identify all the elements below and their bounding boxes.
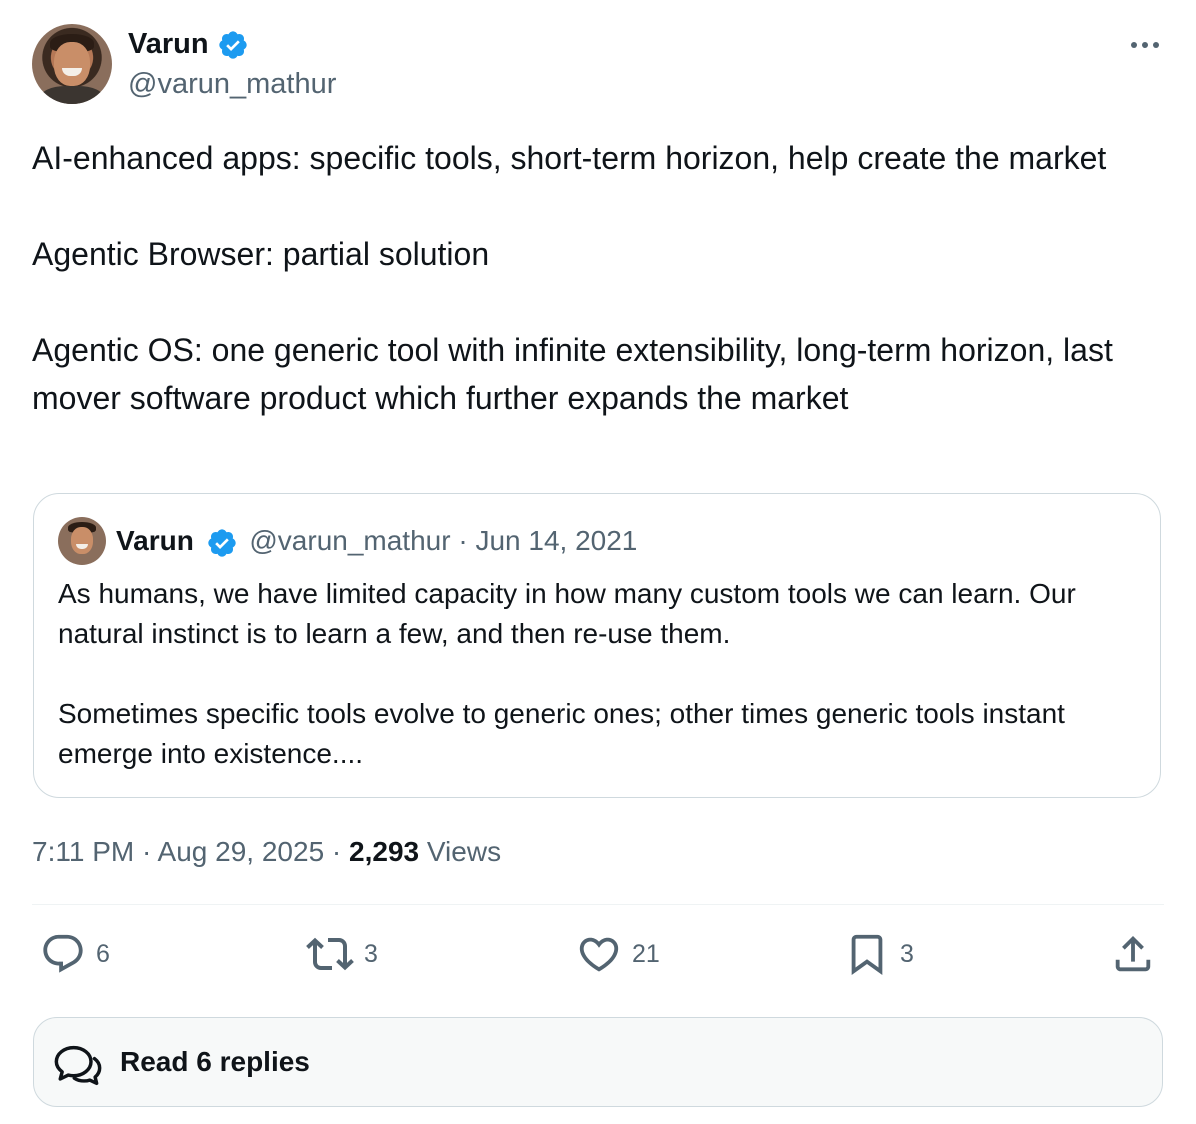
bookmark-button[interactable]: 3 [844,930,914,978]
tweet-date[interactable]: Aug 29, 2025 [158,836,325,867]
share-button[interactable] [1110,930,1156,978]
tweet-time[interactable]: 7:11 PM [32,836,134,867]
repost-count: 3 [364,939,378,968]
author-name[interactable]: Varun [128,28,209,60]
conversation-icon [54,1045,102,1086]
author-avatar[interactable] [32,24,112,104]
tweet-meta: 7:11 PM · Aug 29, 2025 · 2,293 Views [32,833,501,871]
meta-separator: · [141,836,152,867]
reply-button[interactable]: 6 [40,930,110,978]
repost-icon [306,937,354,971]
quoted-author-name: Varun [116,525,194,556]
bookmark-icon [851,934,883,975]
reply-icon [43,934,83,973]
verified-badge-icon [207,528,236,557]
repost-button[interactable]: 3 [306,930,378,978]
meta-separator: · [331,836,342,867]
verified-badge-icon [218,31,247,60]
like-count: 21 [632,939,660,968]
read-replies-button[interactable]: Read 6 replies [33,1017,1163,1107]
quoted-author-avatar [58,517,106,565]
quoted-tweet-card[interactable]: Varun @varun_mathur · Jun 14, 2021 As hu… [33,493,1161,798]
read-replies-label: Read 6 replies [120,1046,310,1077]
quoted-tweet-text: As humans, we have limited capacity in h… [58,578,1076,769]
author-name-row[interactable]: Varun [128,26,249,62]
quoted-author-handle: @varun_mathur [249,525,451,556]
more-options-icon[interactable] [1126,30,1166,60]
quoted-tweet-header: Varun @varun_mathur · Jun 14, 2021 [116,522,637,560]
bookmark-count: 3 [900,939,914,968]
divider [32,904,1164,905]
reply-count: 6 [96,939,110,968]
like-button[interactable]: 21 [576,930,660,978]
heart-icon [579,937,619,972]
author-handle[interactable]: @varun_mathur [128,67,336,101]
tweet-text: AI-enhanced apps: specific tools, short-… [32,140,1113,416]
views-count: 2,293 [349,836,420,867]
quoted-separator: · [458,525,468,556]
quoted-date: Jun 14, 2021 [475,525,638,556]
share-icon [1115,935,1151,972]
views-label: Views [426,836,502,867]
